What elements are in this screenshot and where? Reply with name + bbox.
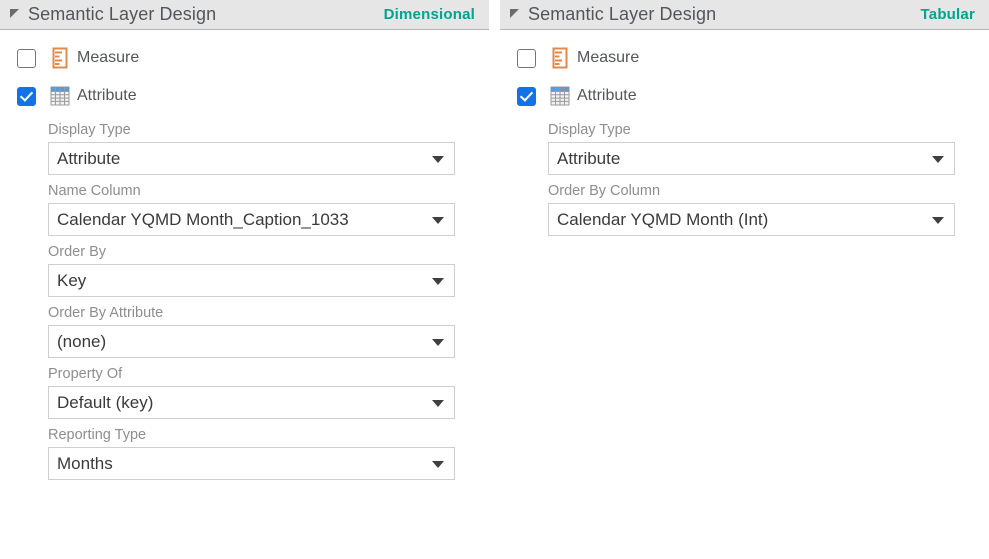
collapse-triangle-icon[interactable] xyxy=(510,9,519,18)
chevron-down-icon[interactable] xyxy=(432,156,444,163)
chevron-down-icon[interactable] xyxy=(432,278,444,285)
panel-header-tabular[interactable]: Semantic Layer Design Tabular xyxy=(500,0,989,30)
select-order-by-column[interactable]: Calendar YQMD Month (Int) xyxy=(548,203,955,236)
status-badge-mode: Dimensional xyxy=(384,6,475,23)
select-order-by-attribute[interactable]: (none) xyxy=(48,325,455,358)
select-property-of[interactable]: Default (key) xyxy=(48,386,455,419)
type-row-attribute[interactable]: Attribute xyxy=(500,82,989,110)
select-reporting-type[interactable]: Months xyxy=(48,447,455,480)
panel-header-dimensional[interactable]: Semantic Layer Design Dimensional xyxy=(0,0,489,30)
select-display-type[interactable]: Attribute xyxy=(548,142,955,175)
select-value-property-of: Default (key) xyxy=(57,393,153,413)
measure-ruler-icon xyxy=(550,47,570,69)
measure-label: Measure xyxy=(577,49,639,67)
type-row-measure[interactable]: Measure xyxy=(500,44,989,72)
select-value-order-by-column: Calendar YQMD Month (Int) xyxy=(557,210,768,230)
field-label-name-column: Name Column xyxy=(48,183,455,199)
field-label-display-type: Display Type xyxy=(548,122,955,138)
field-label-order-by: Order By xyxy=(48,244,455,260)
type-row-measure[interactable]: Measure xyxy=(0,44,489,72)
panel-body-dimensional: Measure xyxy=(0,30,489,480)
chevron-down-icon[interactable] xyxy=(932,217,944,224)
semantic-layer-design-screen: Semantic Layer Design Dimensional Measur… xyxy=(0,0,989,559)
collapse-triangle-icon[interactable] xyxy=(10,9,19,18)
field-order-by: Order By Key xyxy=(48,244,455,297)
field-label-reporting-type: Reporting Type xyxy=(48,427,455,443)
chevron-down-icon[interactable] xyxy=(932,156,944,163)
select-name-column[interactable]: Calendar YQMD Month_Caption_1033 xyxy=(48,203,455,236)
type-row-attribute[interactable]: Attribute xyxy=(0,82,489,110)
field-label-property-of: Property Of xyxy=(48,366,455,382)
chevron-down-icon[interactable] xyxy=(432,461,444,468)
field-display-type: Display Type Attribute xyxy=(548,122,955,175)
fields-dimensional: Display Type Attribute Name Column Calen… xyxy=(0,122,489,480)
field-reporting-type: Reporting Type Months xyxy=(48,427,455,480)
panel-body-tabular: Measure xyxy=(500,30,989,236)
select-value-display-type: Attribute xyxy=(57,149,120,169)
field-display-type: Display Type Attribute xyxy=(48,122,455,175)
attribute-label: Attribute xyxy=(577,87,637,105)
attribute-table-icon xyxy=(50,85,70,107)
panel-dimensional: Semantic Layer Design Dimensional Measur… xyxy=(0,0,489,559)
attribute-checkbox[interactable] xyxy=(517,87,536,106)
panel-tabular: Semantic Layer Design Tabular Measure xyxy=(500,0,989,559)
select-display-type[interactable]: Attribute xyxy=(48,142,455,175)
attribute-label: Attribute xyxy=(77,87,137,105)
field-property-of: Property Of Default (key) xyxy=(48,366,455,419)
select-value-reporting-type: Months xyxy=(57,454,113,474)
field-name-column: Name Column Calendar YQMD Month_Caption_… xyxy=(48,183,455,236)
status-badge-mode: Tabular xyxy=(921,6,975,23)
fields-tabular: Display Type Attribute Order By Column C… xyxy=(500,122,989,236)
select-order-by[interactable]: Key xyxy=(48,264,455,297)
field-label-display-type: Display Type xyxy=(48,122,455,138)
page-title: Semantic Layer Design xyxy=(28,4,216,25)
field-label-order-by-attribute: Order By Attribute xyxy=(48,305,455,321)
chevron-down-icon[interactable] xyxy=(432,400,444,407)
field-order-by-column: Order By Column Calendar YQMD Month (Int… xyxy=(548,183,955,236)
measure-checkbox[interactable] xyxy=(517,49,536,68)
measure-checkbox[interactable] xyxy=(17,49,36,68)
select-value-display-type: Attribute xyxy=(557,149,620,169)
chevron-down-icon[interactable] xyxy=(432,217,444,224)
select-value-name-column: Calendar YQMD Month_Caption_1033 xyxy=(57,210,349,230)
select-value-order-by-attribute: (none) xyxy=(57,332,106,352)
page-title: Semantic Layer Design xyxy=(528,4,716,25)
attribute-checkbox[interactable] xyxy=(17,87,36,106)
chevron-down-icon[interactable] xyxy=(432,339,444,346)
select-value-order-by: Key xyxy=(57,271,86,291)
measure-label: Measure xyxy=(77,49,139,67)
field-label-order-by-column: Order By Column xyxy=(548,183,955,199)
attribute-table-icon xyxy=(550,85,570,107)
field-order-by-attribute: Order By Attribute (none) xyxy=(48,305,455,358)
measure-ruler-icon xyxy=(50,47,70,69)
